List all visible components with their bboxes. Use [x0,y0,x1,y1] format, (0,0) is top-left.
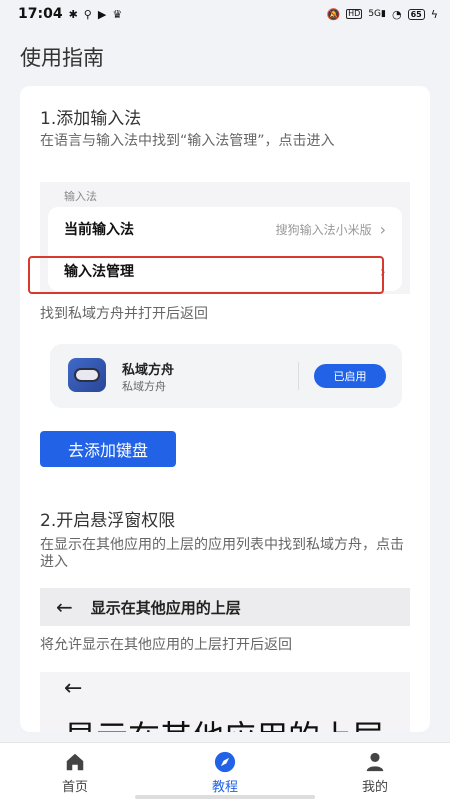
status-bar: 17:04 ✱ ⚲ ▶ ♛ 🔕 HD 5G▮ ◔ 65 ϟ [0,0,450,28]
tab-profile[interactable]: 我的 [330,751,420,795]
overlay-permission-preview: ← 显示在其他应用的上层 [40,588,410,626]
wifi-icon: ◔ [391,7,402,21]
tab-label: 教程 [211,780,238,795]
highlight-box [28,256,384,294]
settings-row-label: 当前输入法 [64,222,134,238]
gear-icon: ✱ [68,7,78,21]
divider [298,362,299,390]
person-icon [366,752,384,772]
page-title: 使用指南 [20,46,104,70]
overlay-page-preview: ← 显示在其他应用的上层 [40,672,410,732]
mute-icon: 🔕 [326,7,341,21]
settings-row-current-ime: 当前输入法 搜狗输入法小米版 › [48,209,402,249]
overlay-bar-title: 显示在其他应用的上层 [90,598,241,617]
charging-icon: ϟ [430,7,438,21]
home-icon [66,753,84,771]
guide-card: 1.添加输入法 在语言与输入法中找到“输入法管理”，点击进入 输入法 当前输入法… [20,86,430,732]
enabled-badge: 已启用 [314,364,386,388]
app-status-card: 私域方舟 私域方舟 已启用 [50,344,402,408]
step2-title: 2.开启悬浮窗权限 [40,511,176,531]
step1-instruction: 找到私域方舟并打开后返回 [40,306,208,322]
bottom-tab-bar: 首页 教程 我的 [0,742,450,800]
chevron-right-icon: › [379,219,386,239]
tab-label: 我的 [361,780,388,795]
video-icon: ▶ [97,7,107,21]
app-icon [68,358,106,392]
tab-home[interactable]: 首页 [30,751,120,795]
step2-instruction: 将允许显示在其他应用的上层打开后返回 [40,637,292,653]
battery-icon: 65 [407,8,425,20]
step1-title: 1.添加输入法 [40,109,142,129]
hd-icon: HD [346,9,363,19]
app-name: 私域方舟 [122,363,175,378]
tab-tutorial[interactable]: 教程 [180,751,270,795]
step2-description: 在显示在其他应用的上层的应用列表中找到私域方舟，点击进入 [40,537,404,570]
status-right: 🔕 HD 5G▮ ◔ 65 ϟ [326,7,438,21]
home-indicator[interactable] [135,795,315,799]
add-keyboard-button[interactable]: 去添加键盘 [40,431,176,467]
settings-row-value: 搜狗输入法小米版 [275,222,372,237]
app-subtitle: 私域方舟 [122,380,166,393]
status-left: 17:04 ✱ ⚲ ▶ ♛ [18,6,122,22]
compass-icon [214,751,236,773]
preview-title: 显示在其他应用的上层 [64,712,384,732]
back-arrow-icon: ← [64,676,83,701]
tab-label: 首页 [61,780,88,795]
settings-section-label: 输入法 [64,190,97,203]
step1-description: 在语言与输入法中找到“输入法管理”，点击进入 [40,133,335,149]
back-arrow-icon: ← [56,595,73,619]
signal-5g-icon: 5G▮ [368,8,386,19]
crown-icon: ♛ [112,7,123,21]
status-time: 17:04 [18,6,63,22]
usb-icon: ⚲ [83,7,92,21]
settings-row-right: 搜狗输入法小米版 › [276,220,386,239]
